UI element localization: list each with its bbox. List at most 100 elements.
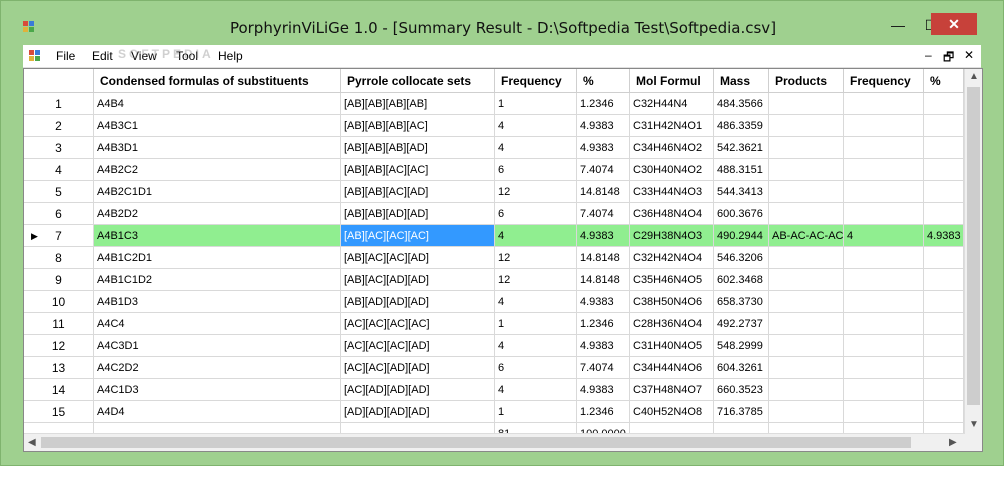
grid-cell[interactable] — [769, 181, 844, 203]
grid-cell[interactable]: [AB][AB][AD][AD] — [341, 203, 495, 225]
grid-cell[interactable] — [924, 379, 964, 401]
row-header[interactable]: 9 — [24, 269, 94, 291]
close-button[interactable]: ✕ — [931, 13, 977, 35]
grid-cell[interactable]: 4.9383 — [577, 137, 630, 159]
grid-cell[interactable]: A4D4 — [94, 401, 341, 423]
grid-cell[interactable]: [AB][AD][AD][AD] — [341, 291, 495, 313]
row-header[interactable]: 1 — [24, 93, 94, 115]
scroll-right-icon[interactable]: ▶ — [949, 437, 957, 448]
row-header[interactable]: 3 — [24, 137, 94, 159]
grid-cell[interactable] — [769, 203, 844, 225]
grid-cell[interactable]: [AB][AB][AC][AC] — [341, 159, 495, 181]
grid-cell[interactable] — [924, 357, 964, 379]
grid-cell[interactable]: 7.4074 — [577, 203, 630, 225]
grid-cell[interactable]: 548.2999 — [714, 335, 769, 357]
grid-cell[interactable]: C32H42N4O4 — [630, 247, 714, 269]
grid-cell[interactable]: A4B2C2 — [94, 159, 341, 181]
grid-cell[interactable] — [769, 115, 844, 137]
grid-cell[interactable] — [769, 247, 844, 269]
grid-cell[interactable]: 14.8148 — [577, 181, 630, 203]
column-header[interactable]: Products — [769, 69, 844, 93]
grid-cell[interactable] — [924, 181, 964, 203]
grid-cell[interactable]: C30H40N4O2 — [630, 159, 714, 181]
grid-cell[interactable]: 4 — [495, 335, 577, 357]
row-header[interactable]: 11 — [24, 313, 94, 335]
row-header[interactable]: 8 — [24, 247, 94, 269]
column-header[interactable]: Frequency — [844, 69, 924, 93]
grid-cell[interactable]: 1.2346 — [577, 313, 630, 335]
grid-cell[interactable] — [844, 159, 924, 181]
scroll-down-icon[interactable]: ▼ — [969, 419, 979, 430]
grid-cell[interactable] — [844, 357, 924, 379]
grid-cell[interactable]: [AB][AC][AD][AD] — [341, 269, 495, 291]
menu-help[interactable]: Help — [218, 49, 243, 63]
grid-cell[interactable]: [AB][AB][AB][AC] — [341, 115, 495, 137]
grid-cell[interactable]: 1 — [495, 401, 577, 423]
grid-cell[interactable]: 4.9383 — [577, 379, 630, 401]
grid-cell[interactable] — [924, 269, 964, 291]
grid-cell[interactable]: C37H48N4O7 — [630, 379, 714, 401]
grid-cell[interactable]: 542.3621 — [714, 137, 769, 159]
grid-cell[interactable]: 602.3468 — [714, 269, 769, 291]
menu-edit[interactable]: Edit — [92, 49, 113, 63]
grid-cell[interactable]: A4B3C1 — [94, 115, 341, 137]
grid-cell[interactable]: A4B1C1D2 — [94, 269, 341, 291]
grid-cell[interactable] — [844, 203, 924, 225]
horizontal-scrollbar[interactable]: ◀ ▶ — [24, 433, 965, 451]
grid-cell[interactable]: 4.9383 — [577, 225, 630, 247]
row-header[interactable]: 13 — [24, 357, 94, 379]
grid-cell[interactable]: 604.3261 — [714, 357, 769, 379]
grid-cell[interactable]: 4 — [495, 379, 577, 401]
column-header[interactable]: Frequency — [495, 69, 577, 93]
grid-cell[interactable] — [769, 401, 844, 423]
grid-cell[interactable] — [769, 269, 844, 291]
grid-cell[interactable]: 488.3151 — [714, 159, 769, 181]
minimize-button[interactable]: — — [881, 14, 915, 36]
grid-cell[interactable]: A4C1D3 — [94, 379, 341, 401]
grid-cell[interactable]: 7.4074 — [577, 357, 630, 379]
grid-cell[interactable]: 544.3413 — [714, 181, 769, 203]
grid-cell[interactable] — [769, 379, 844, 401]
grid-cell[interactable]: 7.4074 — [577, 159, 630, 181]
grid-cell[interactable]: 546.3206 — [714, 247, 769, 269]
row-header[interactable]: 7 ▶ — [24, 225, 94, 247]
grid-cell[interactable] — [844, 401, 924, 423]
grid-cell[interactable] — [769, 357, 844, 379]
document-icon[interactable] — [29, 50, 41, 62]
grid-cell[interactable]: [AC][AC][AD][AD] — [341, 357, 495, 379]
row-header[interactable]: 10 — [24, 291, 94, 313]
row-header[interactable]: 2 — [24, 115, 94, 137]
grid-cell[interactable]: 1 — [495, 93, 577, 115]
menu-file[interactable]: File — [56, 49, 75, 63]
grid-cell[interactable] — [924, 401, 964, 423]
grid-cell[interactable]: 4 — [844, 225, 924, 247]
grid-cell[interactable]: 12 — [495, 247, 577, 269]
horizontal-scroll-thumb[interactable] — [41, 437, 911, 448]
mdi-minimize-button[interactable]: – — [925, 48, 932, 62]
grid-cell[interactable]: 490.2944 — [714, 225, 769, 247]
grid-cell[interactable] — [924, 291, 964, 313]
grid-cell[interactable]: 1.2346 — [577, 401, 630, 423]
vertical-scroll-thumb[interactable] — [967, 87, 980, 405]
grid-cell[interactable] — [769, 335, 844, 357]
grid-cell[interactable]: C36H48N4O4 — [630, 203, 714, 225]
grid-cell[interactable]: [AB][AB][AC][AD] — [341, 181, 495, 203]
grid-cell[interactable]: 4 — [495, 225, 577, 247]
column-header[interactable]: Mass — [714, 69, 769, 93]
grid-cell[interactable]: A4B1D3 — [94, 291, 341, 313]
grid-cell[interactable]: 4.9383 — [924, 225, 964, 247]
grid-cell[interactable]: [AD][AD][AD][AD] — [341, 401, 495, 423]
grid-cell[interactable] — [844, 181, 924, 203]
grid-cell[interactable]: [AB][AB][AB][AD] — [341, 137, 495, 159]
row-header[interactable]: 5 — [24, 181, 94, 203]
grid-cell[interactable]: 14.8148 — [577, 247, 630, 269]
grid-cell[interactable] — [844, 269, 924, 291]
grid-cell[interactable]: 6 — [495, 357, 577, 379]
grid-cell[interactable]: 12 — [495, 181, 577, 203]
grid-cell[interactable] — [844, 93, 924, 115]
grid-cell[interactable]: [AC][AD][AD][AD] — [341, 379, 495, 401]
grid-cell[interactable] — [844, 313, 924, 335]
grid-cell[interactable] — [769, 159, 844, 181]
grid-cell[interactable]: 4 — [495, 291, 577, 313]
grid-cell[interactable]: 1.2346 — [577, 93, 630, 115]
